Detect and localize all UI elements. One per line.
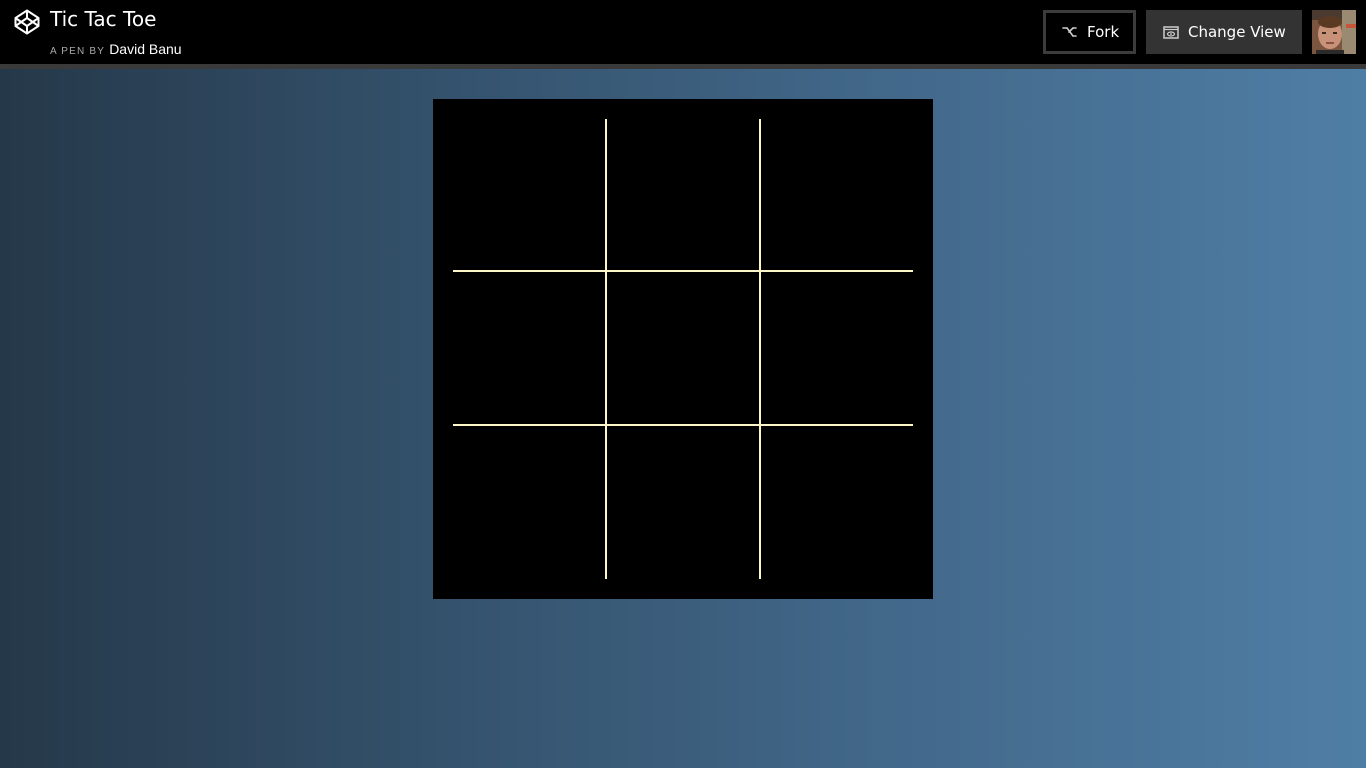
byline: A PEN BY David Banu [50, 40, 182, 61]
eye-icon [1163, 26, 1179, 39]
board-cell-1-2[interactable] [607, 119, 759, 270]
author-link[interactable]: David Banu [109, 41, 181, 57]
board-cell-2-2[interactable] [607, 272, 759, 424]
board-cell-2-1[interactable] [453, 272, 605, 424]
board-cell-1-3[interactable] [761, 119, 913, 270]
byline-label: A PEN BY [50, 46, 106, 57]
board-cell-3-1[interactable] [453, 426, 605, 579]
avatar-image [1312, 10, 1356, 54]
fork-label: Fork [1087, 23, 1120, 41]
board-cell-3-2[interactable] [607, 426, 759, 579]
change-view-button[interactable]: Change View [1146, 10, 1302, 54]
pen-title: Tic Tac Toe [50, 7, 157, 31]
user-avatar[interactable] [1312, 10, 1356, 54]
board-cell-1-1[interactable] [453, 119, 605, 270]
board-cell-3-3[interactable] [761, 426, 913, 579]
fork-button[interactable]: Fork [1043, 10, 1136, 54]
header-bar: Tic Tac Toe A PEN BY David Banu Fork Chan… [0, 0, 1366, 69]
change-view-label: Change View [1188, 23, 1286, 41]
codepen-logo-icon[interactable] [14, 9, 40, 35]
board-cell-2-3[interactable] [761, 272, 913, 424]
game-board [433, 99, 933, 599]
fork-icon [1062, 27, 1077, 37]
